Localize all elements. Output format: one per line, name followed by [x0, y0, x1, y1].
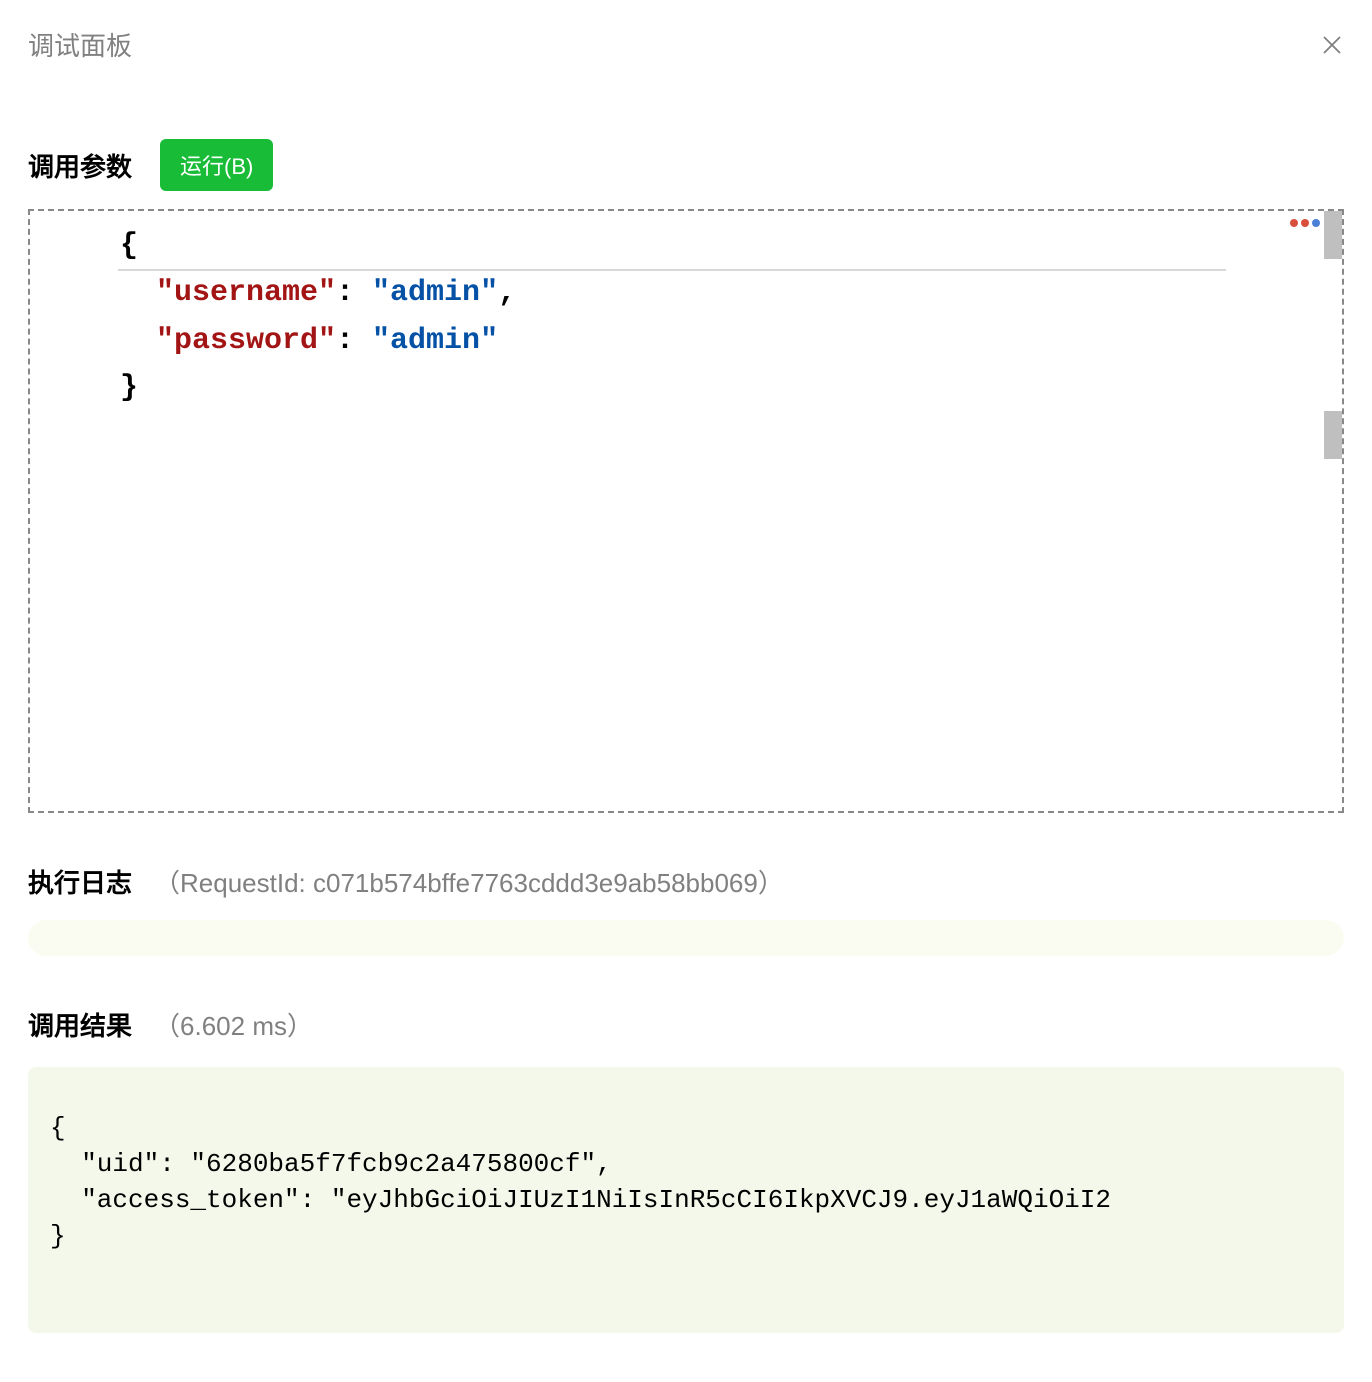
result-duration: （6.602 ms）: [154, 1006, 313, 1043]
log-output: [28, 920, 1344, 956]
result-output: { "uid": "6280ba5f7fcb9c2a475800cf", "ac…: [28, 1067, 1344, 1333]
close-brace: }: [120, 371, 138, 405]
json-colon: :: [336, 324, 372, 358]
result-title: 调用结果: [28, 1006, 132, 1043]
log-title: 执行日志: [28, 863, 132, 900]
editor-scrollbar[interactable]: [1324, 211, 1342, 811]
close-icon[interactable]: [1320, 33, 1344, 57]
log-request-id: （RequestId: c071b574bffe7763cddd3e9ab58b…: [154, 863, 784, 900]
json-value-password: "admin": [372, 324, 498, 358]
code-editor[interactable]: { "username": "admin", "password": "admi…: [30, 211, 1342, 811]
json-key-username: "username": [156, 276, 336, 310]
run-button[interactable]: 运行(B): [160, 139, 273, 191]
scrollbar-thumb[interactable]: [1324, 411, 1342, 459]
json-value-username: "admin": [372, 276, 498, 310]
panel-title: 调试面板: [28, 26, 132, 63]
json-key-password: "password": [156, 324, 336, 358]
params-title: 调用参数: [28, 147, 132, 184]
scrollbar-thumb[interactable]: [1324, 211, 1342, 259]
json-comma: ,: [498, 276, 516, 310]
json-colon: :: [336, 276, 372, 310]
open-brace: {: [120, 229, 138, 263]
code-editor-container: { "username": "admin", "password": "admi…: [28, 209, 1344, 813]
